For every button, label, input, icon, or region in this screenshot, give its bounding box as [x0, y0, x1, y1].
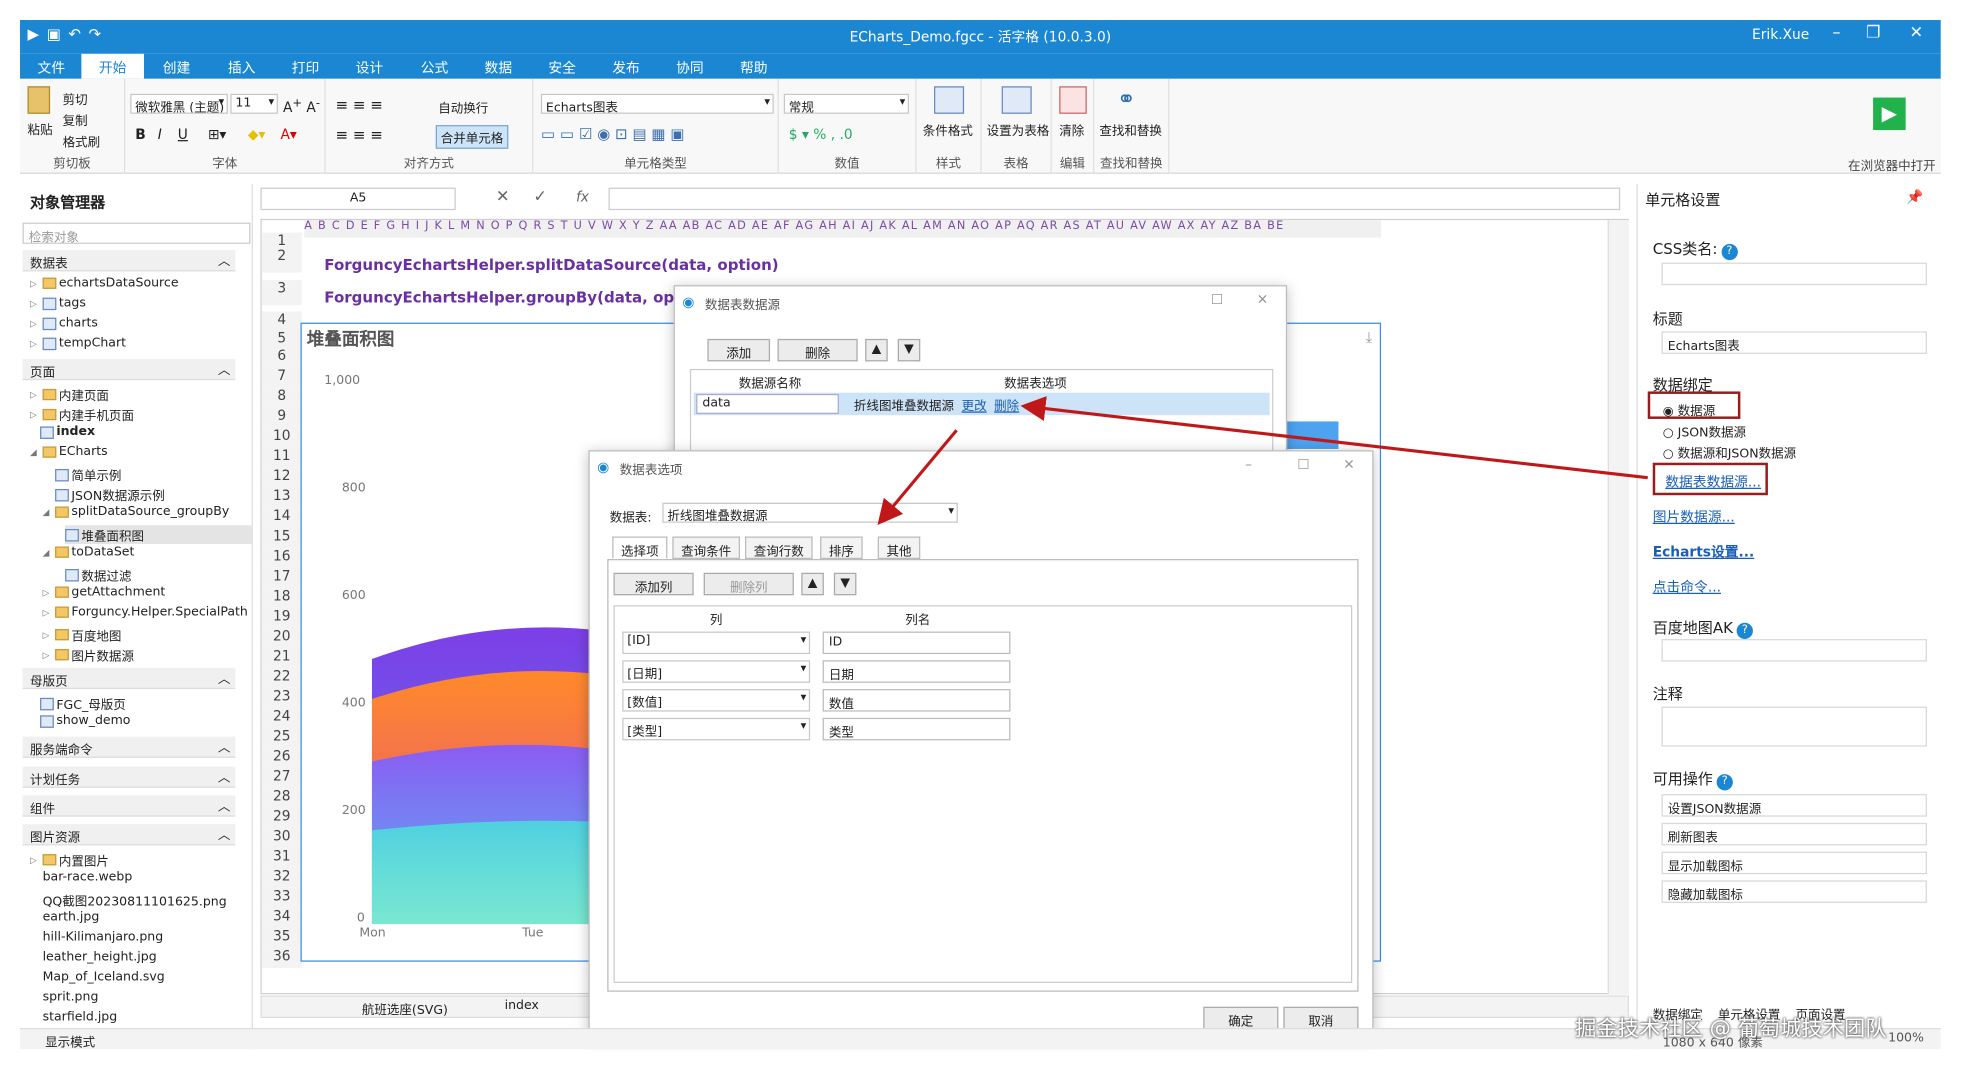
- arrow-to-link: [1020, 396, 1648, 480]
- annotation-arrows: [877, 396, 1648, 526]
- arrow-to-select: [877, 429, 958, 526]
